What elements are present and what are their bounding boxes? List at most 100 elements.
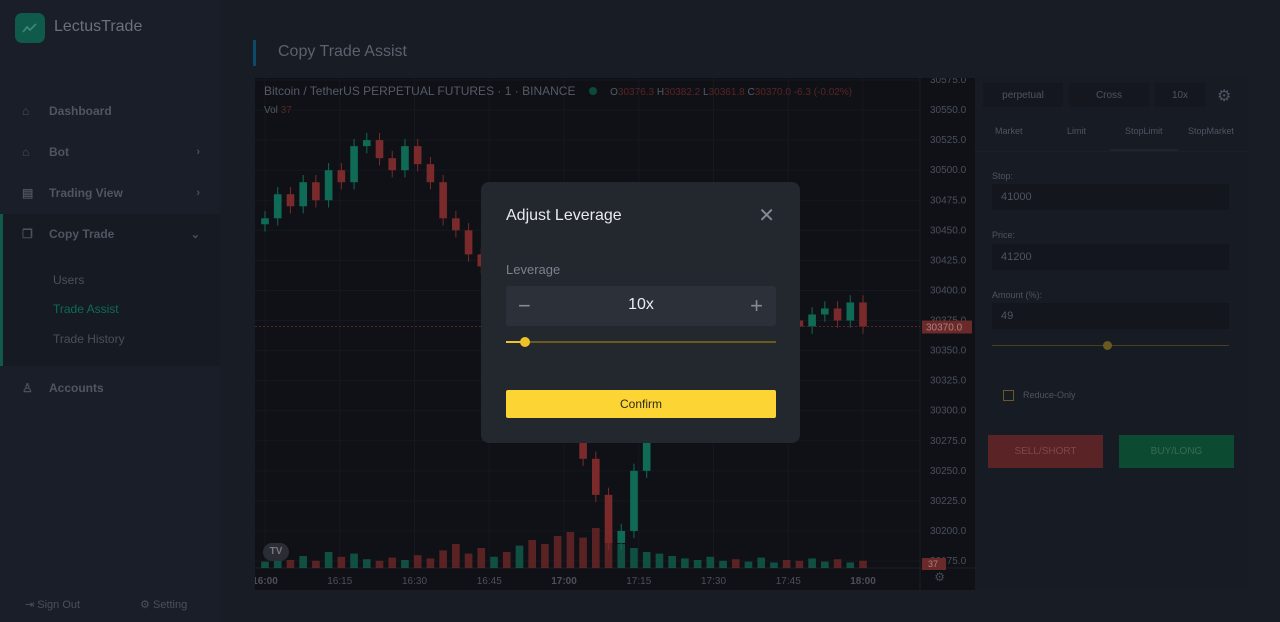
candle-body bbox=[299, 182, 307, 207]
candle-body bbox=[337, 170, 346, 183]
reduce-only-label: Reduce-Only bbox=[1023, 390, 1076, 400]
volume-bar bbox=[388, 557, 397, 568]
h-label: H bbox=[656, 87, 665, 98]
gear-icon: ⚙ bbox=[140, 599, 150, 611]
candle-body bbox=[833, 308, 842, 321]
tab-stoplimit[interactable]: StopLimit bbox=[1125, 126, 1163, 136]
chart-icon: ▤ bbox=[22, 186, 34, 200]
sidebar: LectusTrade ⌂ Dashboard ⌂ Bot › ▤ Trading Vi… bbox=[0, 0, 220, 622]
high-value: 30382.2 bbox=[664, 87, 701, 98]
margin-mode-button[interactable]: Cross bbox=[1069, 83, 1149, 107]
volume-badge-label: 37 bbox=[928, 559, 938, 569]
amount-slider[interactable] bbox=[992, 341, 1229, 350]
volume-bar bbox=[401, 560, 409, 568]
tab-limit[interactable]: Limit bbox=[1067, 126, 1086, 136]
exchange: BINANCE bbox=[522, 84, 576, 98]
sidebar-item-accounts[interactable]: ♙ Accounts bbox=[0, 368, 220, 408]
volume-bar bbox=[426, 558, 435, 568]
sign-out-button[interactable]: ⇥ Sign Out bbox=[25, 598, 80, 611]
candle-body bbox=[426, 164, 435, 183]
x-tick-label: 17:45 bbox=[776, 576, 801, 587]
price-input[interactable]: 41200 bbox=[992, 244, 1229, 270]
plus-icon[interactable]: + bbox=[750, 293, 763, 319]
submenu-trade-history[interactable]: Trade History bbox=[53, 332, 125, 346]
x-tick-label: 16:45 bbox=[477, 576, 502, 587]
candle-body bbox=[413, 146, 422, 165]
amount-input[interactable]: 49 bbox=[992, 303, 1229, 329]
volume-bar bbox=[795, 560, 804, 568]
adjust-leverage-modal: Adjust Leverage ✕ Leverage − 10x + Confi… bbox=[481, 182, 800, 443]
volume-bar bbox=[642, 552, 651, 568]
setting-button[interactable]: ⚙ Setting bbox=[140, 598, 187, 611]
stop-input[interactable]: 41000 bbox=[992, 184, 1229, 210]
volume-bar bbox=[782, 560, 791, 568]
reduce-only-checkbox[interactable] bbox=[1003, 390, 1014, 401]
contract-type-button[interactable]: perpetual bbox=[983, 83, 1063, 107]
tab-market[interactable]: Market bbox=[995, 126, 1023, 136]
copy-trade-submenu: Users Trade Assist Trade History bbox=[0, 254, 220, 366]
volume-bar bbox=[502, 552, 511, 568]
volume-bar bbox=[859, 560, 867, 568]
volume-bar bbox=[261, 561, 269, 568]
last-price-label: 30370.0 bbox=[926, 323, 963, 334]
y-tick-label: 30575.0 bbox=[930, 78, 967, 86]
volume-bar bbox=[299, 556, 307, 568]
amount-slider-knob[interactable] bbox=[1103, 341, 1112, 350]
sidebar-item-trading-view[interactable]: ▤ Trading View › bbox=[0, 173, 220, 213]
volume-bar bbox=[490, 556, 498, 568]
x-tick-label: 18:00 bbox=[850, 576, 876, 587]
close-value: 30370.0 bbox=[754, 87, 791, 98]
volume-bar bbox=[452, 544, 460, 568]
copy-icon: ❐ bbox=[22, 227, 33, 241]
tab-stopmarket[interactable]: StopMarket bbox=[1188, 126, 1234, 136]
candle-body bbox=[859, 302, 867, 327]
amount-label: Amount (%): bbox=[992, 290, 1043, 300]
y-tick-label: 30400.0 bbox=[930, 285, 967, 296]
c-label: C bbox=[747, 87, 755, 98]
status-dot bbox=[588, 87, 597, 95]
symbol-name: Bitcoin / TetherUS PERPETUAL FUTURES bbox=[264, 84, 495, 98]
volume-legend: Vol 37 bbox=[264, 105, 292, 116]
buy-long-button[interactable]: BUY/LONG bbox=[1119, 435, 1234, 468]
sell-short-button[interactable]: SELL/SHORT bbox=[988, 435, 1103, 468]
candle-body bbox=[286, 194, 295, 207]
volume-bar bbox=[553, 536, 562, 568]
title-accent bbox=[253, 40, 256, 66]
leverage-slider-knob[interactable] bbox=[519, 337, 530, 347]
leverage-slider[interactable] bbox=[506, 337, 776, 347]
leverage-value[interactable]: 10x bbox=[506, 296, 776, 314]
o-label: O bbox=[610, 87, 618, 98]
sidebar-item-dashboard[interactable]: ⌂ Dashboard bbox=[0, 91, 220, 131]
gear-icon[interactable]: ⚙ bbox=[1217, 86, 1231, 106]
candle-body bbox=[324, 170, 333, 201]
open-value: 30376.3 bbox=[617, 87, 655, 98]
sidebar-item-copy-trade[interactable]: ❐ Copy Trade ⌄ bbox=[0, 214, 220, 254]
logo-icon bbox=[15, 13, 45, 43]
tradingview-logo-icon: TV bbox=[263, 543, 289, 561]
price-label: Price: bbox=[992, 230, 1016, 240]
leverage-button[interactable]: 10x bbox=[1155, 83, 1205, 107]
volume-bar bbox=[757, 557, 766, 568]
submenu-users[interactable]: Users bbox=[53, 273, 84, 287]
chart-settings-icon[interactable]: ⚙ bbox=[934, 570, 945, 584]
modal-title: Adjust Leverage bbox=[506, 207, 622, 224]
confirm-button[interactable]: Confirm bbox=[506, 390, 776, 418]
candle-body bbox=[821, 308, 829, 315]
page-title: Copy Trade Assist bbox=[278, 43, 407, 60]
interval: 1 bbox=[504, 84, 512, 98]
volume-bar bbox=[617, 544, 626, 568]
vol-label: Vol bbox=[264, 105, 278, 116]
sidebar-item-bot[interactable]: ⌂ Bot › bbox=[0, 132, 220, 172]
close-icon[interactable]: ✕ bbox=[758, 203, 775, 228]
x-tick-label: 17:00 bbox=[551, 576, 577, 587]
x-tick-label: 16:00 bbox=[255, 576, 278, 587]
volume-bar bbox=[337, 556, 346, 568]
user-icon: ♙ bbox=[22, 381, 33, 395]
y-tick-label: 30200.0 bbox=[930, 526, 967, 537]
submenu-trade-assist[interactable]: Trade Assist bbox=[53, 302, 119, 316]
y-tick-label: 30325.0 bbox=[930, 376, 967, 387]
volume-bar bbox=[770, 562, 778, 568]
volume-bar bbox=[693, 560, 702, 568]
volume-bar bbox=[833, 559, 842, 568]
y-tick-label: 30550.0 bbox=[930, 105, 967, 116]
